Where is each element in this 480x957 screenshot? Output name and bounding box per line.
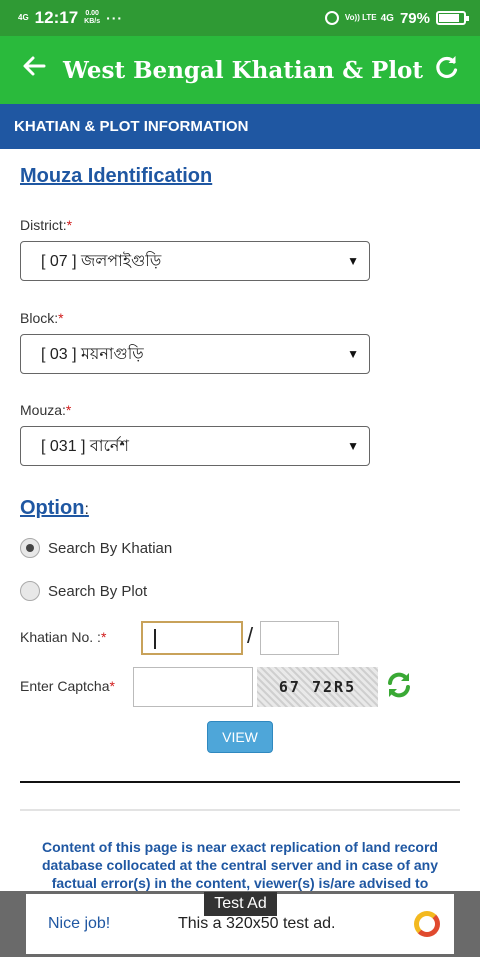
block-selected-value: [ 03 ] ময়নাগুড়ি bbox=[41, 345, 144, 363]
back-arrow-icon[interactable] bbox=[20, 52, 56, 88]
divider bbox=[20, 781, 460, 783]
district-label-text: District: bbox=[20, 217, 67, 233]
captcha-image: 67 72R5 bbox=[257, 667, 378, 707]
district-label: District:* bbox=[20, 217, 72, 233]
captcha-label-text: Enter Captcha bbox=[20, 678, 110, 694]
text-cursor bbox=[154, 629, 156, 649]
network-speed-unit: KB/s bbox=[84, 18, 101, 25]
divider bbox=[20, 809, 460, 811]
radio-search-by-plot[interactable]: Search By Plot bbox=[20, 581, 147, 601]
mouza-identification-heading: Mouza Identification bbox=[20, 165, 213, 187]
required-mark: * bbox=[109, 678, 115, 694]
dropdown-arrow-icon: ▼ bbox=[347, 439, 359, 453]
district-select[interactable]: [ 07 ] জলপাইগুড়ি ▼ bbox=[20, 241, 370, 281]
ad-text: This a 320x50 test ad. bbox=[178, 915, 336, 932]
signal-indicator: 4G bbox=[18, 13, 29, 22]
dropdown-arrow-icon: ▼ bbox=[347, 347, 359, 361]
required-mark: * bbox=[66, 217, 73, 233]
radio-button[interactable] bbox=[20, 581, 40, 601]
khatian-number-input[interactable] bbox=[141, 621, 243, 655]
app-bar: West Bengal Khatian & Plot bbox=[0, 36, 480, 104]
status-bar: 4G 12:17 0.00 KB/s ··· Vo)) LTE 4G 79% bbox=[0, 0, 480, 36]
block-label-text: Block: bbox=[20, 310, 59, 326]
captcha-input[interactable] bbox=[133, 667, 253, 707]
battery-percentage: 79% bbox=[399, 9, 430, 27]
mouza-selected-value: [ 031 ] বার্নেশ bbox=[41, 437, 129, 455]
radio-button-selected[interactable] bbox=[20, 538, 40, 558]
dropdown-arrow-icon: ▼ bbox=[347, 254, 359, 268]
network-speed: 0.00 KB/s bbox=[84, 10, 100, 26]
khatian-no-label-text: Khatian No. : bbox=[20, 629, 101, 645]
required-mark: * bbox=[65, 402, 72, 418]
app-title: West Bengal Khatian & Plot bbox=[62, 56, 424, 84]
mouza-label-text: Mouza: bbox=[20, 402, 66, 418]
radio-search-by-khatian[interactable]: Search By Khatian bbox=[20, 538, 172, 558]
ad-logo-icon bbox=[414, 911, 440, 937]
network-type: 4G bbox=[380, 12, 394, 24]
mouza-select[interactable]: [ 031 ] বার্নেশ ▼ bbox=[20, 426, 370, 466]
khatian-suffix-input[interactable] bbox=[260, 621, 339, 655]
captcha-label: Enter Captcha* bbox=[20, 678, 115, 694]
form-content: Mouza Identification District:* [ 07 ] জ… bbox=[0, 149, 480, 891]
network-speed-value: 0.00 bbox=[85, 10, 99, 17]
ad-nice-job: Nice job! bbox=[48, 915, 111, 932]
district-selected-value: [ 07 ] জলপাইগুড়ি bbox=[41, 252, 162, 270]
khatian-separator: / bbox=[247, 623, 254, 648]
option-heading: Option: bbox=[20, 497, 89, 520]
refresh-icon[interactable] bbox=[430, 53, 460, 88]
option-heading-text: Option bbox=[20, 497, 85, 519]
block-select[interactable]: [ 03 ] ময়নাগুড়ি ▼ bbox=[20, 334, 370, 374]
clock: 12:17 bbox=[34, 8, 79, 27]
required-mark: * bbox=[100, 629, 107, 645]
mouza-label: Mouza:* bbox=[20, 402, 71, 418]
alarm-icon bbox=[324, 11, 339, 25]
radio-plot-label: Search By Plot bbox=[48, 582, 148, 600]
radio-khatian-label: Search By Khatian bbox=[48, 539, 173, 557]
disclaimer-text: Content of this page is near exact repli… bbox=[41, 839, 439, 891]
test-ad-label: Test Ad bbox=[204, 892, 277, 916]
captcha-refresh-icon[interactable] bbox=[383, 669, 415, 701]
block-label: Block:* bbox=[20, 310, 64, 326]
required-mark: * bbox=[58, 310, 64, 326]
battery-icon bbox=[436, 11, 469, 25]
khatian-no-label: Khatian No. :* bbox=[20, 629, 106, 645]
volte-indicator: Vo)) LTE bbox=[344, 13, 377, 22]
more-notifications-icon: ··· bbox=[106, 10, 124, 26]
view-button[interactable]: VIEW bbox=[207, 721, 273, 753]
option-colon: : bbox=[84, 501, 89, 518]
section-header: KHATIAN & PLOT INFORMATION bbox=[0, 104, 480, 149]
